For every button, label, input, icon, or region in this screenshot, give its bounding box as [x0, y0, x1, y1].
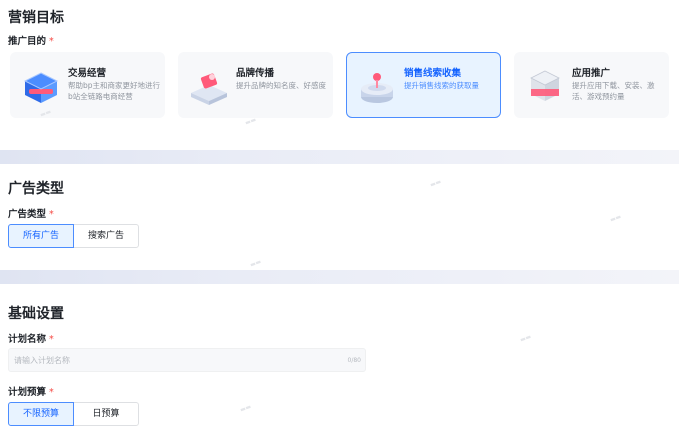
lead-icon — [357, 63, 397, 107]
card-desc: 提升应用下载、安装、激活、游戏预约量 — [572, 81, 655, 101]
section-divider — [0, 270, 679, 284]
required-mark: * — [49, 334, 54, 345]
card-title: 销售线索收集 — [404, 68, 462, 79]
purpose-card-brand[interactable]: 品牌传播 提升品牌的知名度、好感度 — [178, 52, 333, 118]
plan-name-counter: 0/80 — [347, 357, 361, 364]
basic-settings-title: 基础设置 — [8, 306, 64, 322]
plan-name-label-text: 计划名称 — [8, 334, 47, 345]
trade-icon — [21, 63, 61, 107]
card-title: 应用推广 — [572, 68, 611, 79]
card-desc: 帮助bp主和商家更好地进行b站全链路电商经营 — [68, 81, 161, 101]
purpose-label: 推广目的 * — [8, 33, 54, 47]
brand-icon — [189, 63, 229, 107]
budget-daily-button[interactable]: 日预算 — [73, 402, 139, 426]
marketing-goal-section: 营销目标 推广目的* 交易经营 帮助bp主和商家更好地进行b站全链路电商经营 — [0, 0, 679, 150]
purpose-label-text: 推广目的 — [8, 36, 47, 47]
section-divider — [0, 150, 679, 164]
ad-type-label-text: 广告类型 — [8, 209, 47, 220]
required-mark: * — [49, 209, 54, 220]
ad-type-section: 广告类型 广告类型 * 所有广告 搜索广告 — [0, 164, 679, 270]
card-desc: 提升销售线索的获取量 — [404, 81, 479, 90]
card-desc: 提升品牌的知名度、好感度 — [236, 81, 326, 90]
purpose-card-app[interactable]: 应用推广 提升应用下载、安装、激活、游戏预约量 — [514, 52, 669, 118]
budget-label: 计划预算 * — [8, 384, 54, 398]
plan-name-placeholder: 请输入计划名称 — [14, 356, 70, 365]
plan-name-input[interactable]: 请输入计划名称 0/80 — [8, 348, 366, 372]
marketing-goal-title: 营销目标 — [8, 10, 64, 26]
card-title: 交易经营 — [68, 68, 107, 79]
plan-name-label: 计划名称 * — [8, 331, 54, 345]
purpose-card-trade[interactable]: 交易经营 帮助bp主和商家更好地进行b站全链路电商经营 — [10, 52, 165, 118]
ad-type-label: 广告类型 * — [8, 206, 54, 220]
purpose-card-lead[interactable]: 销售线索收集 提升销售线索的获取量 — [346, 52, 501, 118]
required-mark: * — [49, 387, 54, 398]
required-mark: * — [49, 36, 54, 47]
ad-type-title: 广告类型 — [8, 181, 64, 197]
budget-label-text: 计划预算 — [8, 387, 47, 398]
ad-type-search-button[interactable]: 搜索广告 — [73, 224, 139, 248]
card-title: 品牌传播 — [236, 68, 275, 79]
ad-type-all-button[interactable]: 所有广告 — [8, 224, 74, 248]
budget-unlimited-button[interactable]: 不限预算 — [8, 402, 74, 426]
app-icon — [525, 63, 565, 107]
